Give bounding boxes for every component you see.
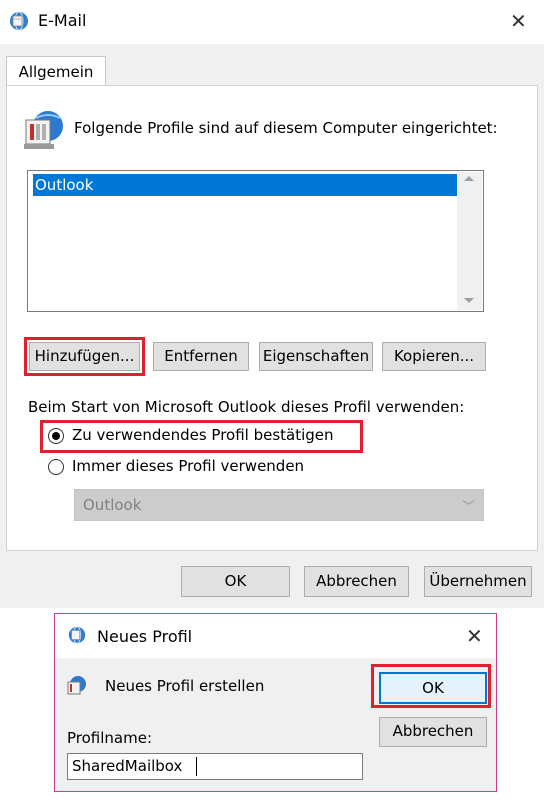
window-title: Neues Profil (97, 627, 193, 646)
remove-button[interactable]: Entfernen (153, 342, 249, 371)
apply-button[interactable]: Übernehmen (424, 566, 532, 597)
combo-value: Outlook (83, 496, 142, 514)
text-caret (196, 757, 197, 776)
highlight-box (24, 337, 145, 376)
copy-button[interactable]: Kopieren... (382, 342, 486, 371)
scroll-up-icon[interactable] (464, 176, 474, 181)
tab-label: Allgemein (18, 63, 94, 81)
profile-combo: Outlook ﹀ (74, 489, 484, 521)
title-bar: Neues Profil ✕ (55, 614, 496, 658)
profile-name-label: Profilname: (67, 729, 153, 747)
close-icon[interactable]: ✕ (466, 626, 483, 646)
chevron-down-icon: ﹀ (462, 500, 476, 515)
properties-button[interactable]: Eigenschaften (259, 342, 373, 371)
tab-allgemein[interactable]: Allgemein (6, 56, 106, 87)
close-icon[interactable]: ✕ (510, 11, 527, 31)
new-profile-heading: Neues Profil erstellen (105, 677, 265, 695)
vertical-scrollbar[interactable] (457, 172, 482, 310)
mail-globe-icon (67, 676, 86, 695)
cancel-button[interactable]: Abbrechen (379, 717, 487, 747)
highlight-box (371, 664, 491, 708)
title-bar: E-Mail ✕ (0, 0, 544, 44)
scroll-down-icon[interactable] (464, 298, 474, 303)
mail-globe-icon (68, 626, 86, 644)
ok-button[interactable]: OK (181, 566, 290, 597)
radio-always-label[interactable]: Immer dieses Profil verwenden (72, 457, 304, 475)
startup-label: Beim Start von Microsoft Outlook dieses … (28, 398, 465, 416)
profile-name-input[interactable]: SharedMailbox (67, 753, 363, 780)
tab-panel (6, 85, 538, 551)
profiles-prompt: Folgende Profile sind auf diesem Compute… (74, 119, 498, 137)
radio-always-profile[interactable] (48, 459, 64, 475)
window-title: E-Mail (38, 11, 87, 30)
cancel-button[interactable]: Abbrechen (304, 566, 409, 597)
email-dialog: E-Mail ✕ Allgemein Folgende Profile sind… (0, 0, 544, 608)
mail-globe-icon (10, 11, 28, 31)
list-item[interactable]: Outlook (33, 174, 457, 196)
mail-profiles-icon (24, 111, 63, 149)
list-item-label: Outlook (35, 176, 94, 194)
input-value: SharedMailbox (72, 757, 183, 775)
highlight-box (40, 420, 363, 453)
profile-listbox[interactable]: Outlook (27, 170, 484, 312)
